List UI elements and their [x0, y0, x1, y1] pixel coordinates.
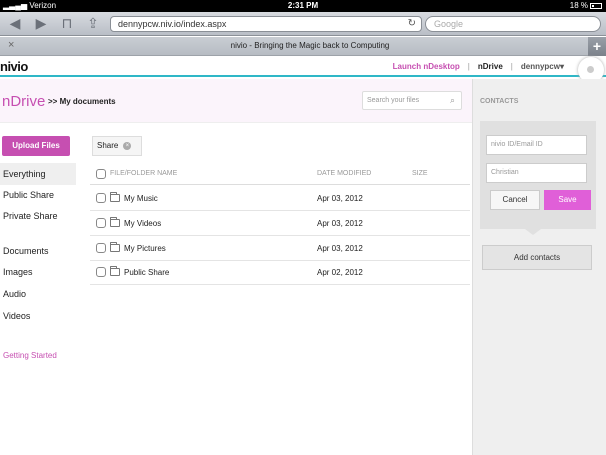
browser-toolbar: ◀ ▶ ⊓ ⇪ dennypcw.niv.io/index.aspx ↻ Goo… — [0, 12, 606, 36]
table-row[interactable]: Public Share Apr 02, 2012 — [90, 260, 470, 285]
new-tab-icon[interactable]: + — [588, 37, 606, 56]
username: dennypcw — [520, 62, 560, 71]
sidebar-item-documents[interactable]: Documents — [0, 240, 76, 262]
file-name[interactable]: My Pictures — [124, 244, 166, 253]
battery-indicator: 18 % — [570, 1, 602, 10]
search-placeholder: Search your files — [367, 97, 420, 104]
app-header: nivio Launch nDesktop | nDrive | dennypcw▾ — [0, 57, 606, 83]
table-row[interactable]: My Music Apr 03, 2012 — [90, 186, 470, 211]
user-menu[interactable]: dennypcw▾ — [521, 62, 564, 71]
row-checkbox[interactable] — [96, 243, 106, 253]
forward-icon[interactable]: ▶ — [32, 15, 50, 32]
table-row[interactable]: My Videos Apr 03, 2012 — [90, 211, 470, 236]
sidebar-item-private-share[interactable]: Private Share — [0, 205, 76, 227]
share-filter-chip[interactable]: Share × — [92, 136, 142, 156]
page-title: nDrive — [2, 93, 46, 110]
row-checkbox[interactable] — [96, 267, 106, 277]
column-name[interactable]: FILE/FOLDER NAME — [110, 170, 177, 177]
search-icon[interactable]: ⌕ — [450, 92, 455, 109]
row-checkbox[interactable] — [96, 218, 106, 228]
file-date: Apr 03, 2012 — [317, 194, 363, 203]
sidebar-item-audio[interactable]: Audio — [0, 283, 76, 305]
folder-icon — [110, 266, 120, 276]
file-date: Apr 03, 2012 — [317, 219, 363, 228]
select-all-checkbox[interactable] — [96, 169, 106, 179]
table-row[interactable]: My Pictures Apr 03, 2012 — [90, 236, 470, 261]
ios-status-bar: ▂▃▄▅ Verizon 2:31 PM 18 % — [0, 0, 606, 12]
battery-icon — [590, 2, 602, 9]
battery-percent: 18 % — [569, 1, 588, 10]
launch-ndesktop-link[interactable]: Launch nDesktop — [393, 62, 460, 71]
file-search-input[interactable]: Search your files ⌕ — [362, 91, 462, 110]
bookmarks-icon[interactable]: ⊓ — [58, 15, 76, 32]
page-header: nDrive >> My documents Search your files… — [0, 79, 472, 123]
cancel-button[interactable]: Cancel — [490, 190, 540, 210]
browser-tab-bar: × nivio - Bringing the Magic back to Com… — [0, 37, 606, 56]
share-icon[interactable]: ⇪ — [84, 15, 102, 32]
sidebar-item-everything[interactable]: Everything — [0, 163, 76, 185]
contact-id-field[interactable]: nivio ID/Email ID — [486, 135, 587, 155]
breadcrumb: >> My documents — [48, 97, 116, 106]
getting-started-link[interactable]: Getting Started — [3, 351, 57, 360]
contacts-title: CONTACTS — [480, 98, 519, 105]
chevron-down-icon: ▾ — [559, 62, 564, 71]
file-date: Apr 02, 2012 — [317, 268, 363, 277]
column-date[interactable]: DATE MODIFIED — [317, 170, 371, 177]
share-label: Share — [97, 141, 119, 150]
folder-icon — [110, 192, 120, 202]
contacts-panel: CONTACTS nivio ID/Email ID Christian Can… — [472, 79, 606, 455]
reload-icon[interactable]: ↻ — [408, 17, 416, 31]
folder-icon — [110, 242, 120, 252]
sidebar: Upload Files Everything Public Share Pri… — [0, 123, 76, 455]
back-icon[interactable]: ◀ — [6, 15, 24, 32]
url-text: dennypcw.niv.io/index.aspx — [118, 19, 227, 29]
folder-icon — [110, 217, 120, 227]
column-size[interactable]: SIZE — [412, 170, 428, 177]
row-checkbox[interactable] — [96, 193, 106, 203]
close-icon[interactable]: × — [123, 141, 132, 150]
add-contact-form: nivio ID/Email ID Christian Cancel Save — [480, 121, 596, 229]
nav-divider: | — [467, 62, 470, 71]
browser-search-field[interactable]: Google — [425, 16, 601, 32]
tab-title[interactable]: nivio - Bringing the Magic back to Compu… — [30, 41, 590, 50]
table-header: FILE/FOLDER NAME DATE MODIFIED SIZE — [90, 163, 470, 185]
contact-name-field[interactable]: Christian — [486, 163, 587, 183]
form-pointer — [525, 229, 541, 235]
nivio-logo[interactable]: nivio — [0, 59, 28, 74]
ndrive-link[interactable]: nDrive — [478, 62, 503, 71]
sidebar-item-public-share[interactable]: Public Share — [0, 184, 76, 206]
sidebar-item-videos[interactable]: Videos — [0, 305, 76, 327]
add-contacts-button[interactable]: Add contacts — [482, 245, 592, 270]
upload-files-button[interactable]: Upload Files — [2, 136, 70, 156]
top-nav: Launch nDesktop | nDrive | dennypcw▾ — [393, 62, 564, 71]
file-name[interactable]: Public Share — [124, 268, 169, 277]
save-button[interactable]: Save — [544, 190, 591, 210]
clock: 2:31 PM — [287, 1, 319, 10]
file-date: Apr 03, 2012 — [317, 244, 363, 253]
url-bar[interactable]: dennypcw.niv.io/index.aspx ↻ — [110, 16, 422, 32]
close-tab-icon[interactable]: × — [8, 39, 14, 51]
sidebar-item-images[interactable]: Images — [0, 261, 76, 283]
file-name[interactable]: My Videos — [124, 219, 161, 228]
file-name[interactable]: My Music — [124, 194, 158, 203]
nav-divider: | — [510, 62, 513, 71]
